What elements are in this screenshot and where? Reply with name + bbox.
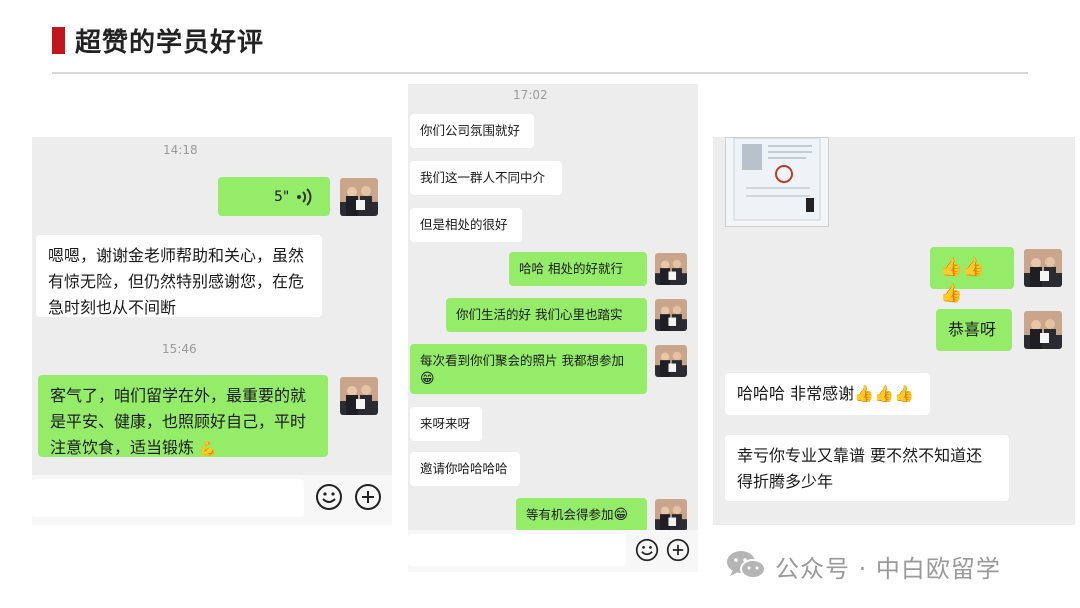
incoming-message: 幸亏你专业又靠谱 要不然不知道还 得折腾多少年 <box>725 435 1009 501</box>
chat-screenshot-1: 14:18 5" 嗯嗯，谢谢金老师帮助和关心，虽然 有惊无险，但仍然特别感谢您，… <box>32 137 392 525</box>
voice-message-bubble[interactable]: 5" <box>218 177 330 216</box>
thumbs-up-emoji-icon: 👍👍👍 <box>854 384 914 403</box>
incoming-message: 哈哈哈 非常感谢👍👍👍 <box>725 373 930 415</box>
outgoing-message: 你们生活的好 我们心里也踏实 <box>446 298 647 332</box>
incoming-message: 你们公司氛围就好 <box>410 114 534 148</box>
avatar[interactable] <box>1024 311 1062 349</box>
chat-screenshot-2: 17:02 你们公司氛围就好 我们这一群人不同中介 但是相处的很好 哈哈 相处的… <box>408 84 698 572</box>
thumbs-up-emoji-icon: 👍👍👍 <box>940 257 985 304</box>
grin-emoji-icon: 😁 <box>420 371 435 387</box>
avatar[interactable] <box>655 499 687 531</box>
message-line: 注意饮食，适当锻炼 💪 <box>50 435 316 462</box>
incoming-message: 但是相处的很好 <box>410 208 522 242</box>
avatar[interactable] <box>1024 249 1062 287</box>
smiley-icon[interactable] <box>635 538 659 562</box>
incoming-message: 邀请你哈哈哈哈 <box>410 452 520 486</box>
message-line: 急时刻也从不间断 <box>48 298 177 317</box>
title-accent-bar <box>52 27 65 54</box>
chat-input-bar <box>32 475 392 525</box>
incoming-message: 我们这一群人不同中介 <box>410 161 562 195</box>
certificate-image-thumbnail[interactable] <box>725 137 829 227</box>
plus-icon[interactable] <box>666 538 690 562</box>
message-text: 每次看到你们聚会的照片 我都想参加 <box>420 353 624 368</box>
message-line: 幸亏你专业又靠谱 要不然不知道还 <box>737 446 983 465</box>
chat-input-bar <box>408 530 698 572</box>
muscle-emoji-icon: 💪 <box>199 441 217 457</box>
outgoing-message: 等有机会得参加😁 <box>516 498 647 532</box>
message-input[interactable] <box>408 534 626 566</box>
message-text: 哈哈哈 非常感谢 <box>737 384 855 403</box>
chat-screenshot-3: 👍👍👍 恭喜呀 哈哈哈 非常感谢👍👍👍 幸亏你专业又靠谱 要不然不知道还 得折腾… <box>713 137 1075 525</box>
avatar[interactable] <box>340 377 378 415</box>
timestamp: 14:18 <box>163 143 198 157</box>
grin-emoji-icon: 😁 <box>613 507 629 523</box>
avatar[interactable] <box>655 299 687 331</box>
outgoing-message: 客气了，咱们留学在外，最重要的就 是平安、健康，也照顾好自己，平时 注意饮食，适… <box>38 375 328 457</box>
message-line: 客气了，咱们留学在外，最重要的就 <box>50 386 307 405</box>
avatar[interactable] <box>340 178 378 216</box>
avatar[interactable] <box>655 253 687 285</box>
outgoing-message: 每次看到你们聚会的照片 我都想参加 😁 <box>410 344 647 394</box>
message-line: 嗯嗯，谢谢金老师帮助和关心，虽然 <box>48 246 305 265</box>
smiley-icon[interactable] <box>315 483 343 511</box>
incoming-message: 嗯嗯，谢谢金老师帮助和关心，虽然 有惊无险，但仍然特别感谢您，在危 急时刻也从不… <box>36 235 322 317</box>
message-line: 是平安、健康，也照顾好自己，平时 <box>50 412 307 431</box>
timestamp: 17:02 <box>513 88 548 102</box>
outgoing-message: 哈哈 相处的好就行 <box>509 252 647 286</box>
wechat-logo-icon <box>727 551 766 579</box>
voice-duration: 5" <box>274 189 290 205</box>
voice-wave-icon <box>297 188 312 206</box>
timestamp: 15:46 <box>162 342 197 356</box>
watermark-text: 公众号 · 中白欧留学 <box>775 555 1001 583</box>
outgoing-message: 恭喜呀 <box>936 309 1012 351</box>
outgoing-message: 👍👍👍 <box>930 247 1014 304</box>
message-text: 等有机会得参加 <box>526 507 614 522</box>
avatar[interactable] <box>655 345 687 377</box>
message-line: 得折腾多少年 <box>737 472 834 491</box>
incoming-message: 来呀来呀 <box>410 407 482 441</box>
title-divider <box>52 72 1028 74</box>
page-title: 超赞的学员好评 <box>75 28 265 58</box>
message-input[interactable] <box>32 479 304 517</box>
message-text: 注意饮食，适当锻炼 <box>50 438 195 457</box>
message-line: 有惊无险，但仍然特别感谢您，在危 <box>48 272 305 291</box>
plus-icon[interactable] <box>354 483 382 511</box>
